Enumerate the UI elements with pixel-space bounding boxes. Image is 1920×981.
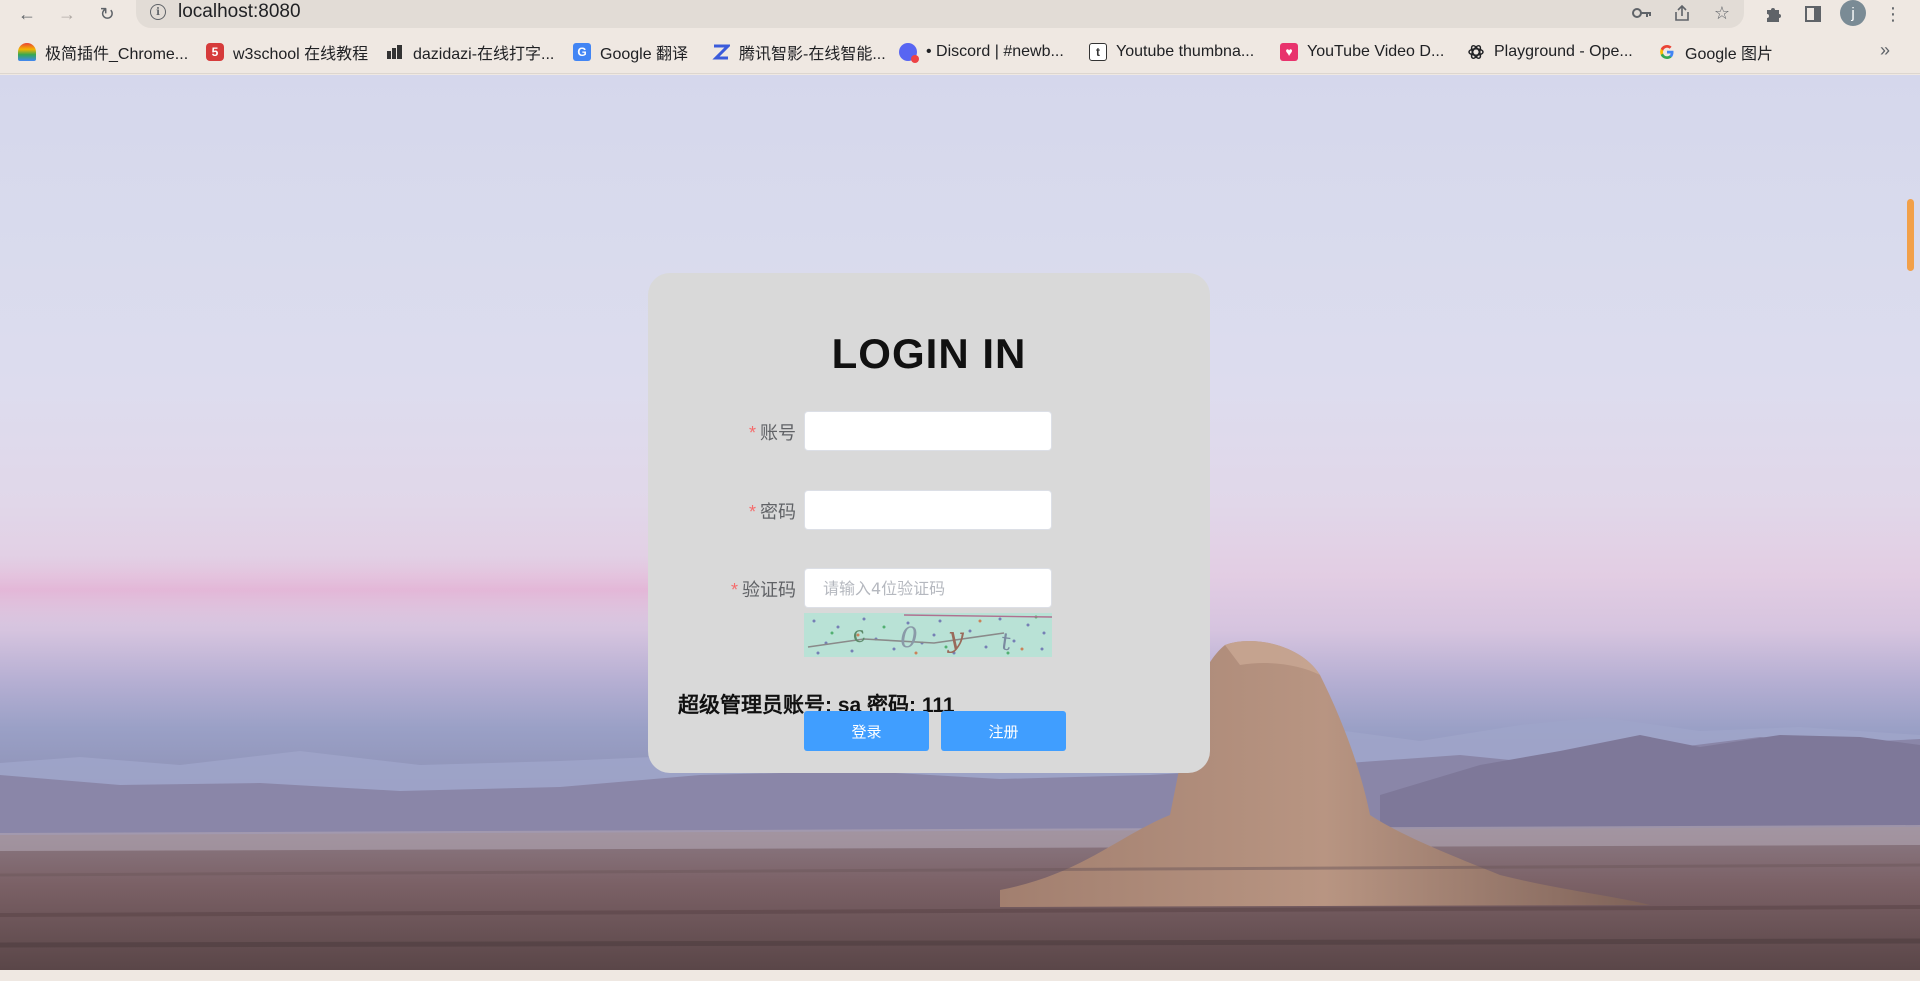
required-mark: * (748, 423, 756, 443)
bookmark-label: Google 图片 (1685, 46, 1774, 63)
username-label-text: 账号 (760, 423, 796, 443)
google-icon (1658, 43, 1676, 61)
register-button[interactable]: 注册 (941, 711, 1066, 751)
login-card: LOGIN IN * 账号 * 密码 * 验证码 请输入4位验证码 c 0 y … (648, 273, 1210, 773)
password-label-text: 密码 (760, 502, 796, 522)
forward-icon[interactable]: → (54, 1, 80, 27)
bookmark-label: Youtube thumbna... (1116, 43, 1255, 60)
login-button[interactable]: 登录 (804, 711, 929, 751)
bookmark-item[interactable]: 5 w3school 在线教程 (206, 41, 368, 63)
captcha-char: y (946, 621, 965, 654)
url-text[interactable]: localhost:8080 (178, 1, 301, 23)
back-icon[interactable]: ← (14, 1, 40, 27)
bookmark-item[interactable]: dazidazi-在线打字... (386, 41, 554, 63)
bookmark-item[interactable]: 极简插件_Chrome... (18, 41, 188, 63)
bookmark-item[interactable]: t Youtube thumbna... (1089, 41, 1254, 63)
bookmark-label: Google 翻译 (600, 46, 689, 63)
bookmark-label: YouTube Video D... (1307, 43, 1445, 60)
bookmark-label: 腾讯智影-在线智能... (739, 46, 886, 63)
bookmark-label: dazidazi-在线打字... (413, 46, 555, 63)
openai-icon (1467, 43, 1485, 61)
bookmarks-overflow-icon[interactable]: » (1880, 40, 1890, 61)
bookmark-star-icon[interactable]: ☆ (1710, 1, 1734, 25)
browser-toolbar: ← → ↻ i localhost:8080 ☆ j ⋮ (0, 0, 1920, 28)
username-row: * 账号 (648, 411, 1210, 451)
bookmark-item[interactable]: G Google 翻译 (573, 41, 688, 63)
bookmarks-bar: 极简插件_Chrome... 5 w3school 在线教程 dazidazi-… (0, 28, 1920, 74)
bookmark-item[interactable]: • Discord | #newb... (899, 41, 1064, 63)
password-input[interactable] (804, 490, 1052, 530)
bookmark-label: w3school 在线教程 (233, 46, 369, 63)
discord-icon (899, 43, 919, 63)
bookmark-label: 极简插件_Chrome... (45, 46, 189, 63)
bottom-status-strip (0, 970, 1920, 981)
side-panel-icon[interactable] (1800, 1, 1826, 27)
bookmark-item[interactable]: ♥ YouTube Video D... (1280, 41, 1444, 63)
bookmark-item[interactable]: Playground - Ope... (1467, 41, 1633, 63)
password-label: * 密码 (749, 498, 796, 524)
tencent-zhiying-icon (712, 43, 730, 61)
page-scrollbar[interactable] (1907, 199, 1914, 271)
google-translate-icon: G (573, 43, 591, 61)
bookmark-item[interactable]: Google 图片 (1658, 41, 1773, 63)
captcha-label-text: 验证码 (742, 580, 796, 600)
download-heart-icon: ♥ (1280, 43, 1298, 61)
reload-icon[interactable]: ↻ (94, 1, 120, 27)
address-bar[interactable]: i localhost:8080 ☆ (136, 0, 1744, 28)
login-title: LOGIN IN (831, 330, 1027, 377)
captcha-char: c (851, 622, 867, 649)
profile-avatar[interactable]: j (1840, 0, 1866, 26)
share-icon[interactable] (1670, 1, 1694, 25)
username-label: * 账号 (749, 419, 796, 445)
bookmark-label: Playground - Ope... (1494, 43, 1633, 60)
captcha-input[interactable] (804, 568, 1052, 608)
w3school-icon: 5 (206, 43, 224, 61)
site-info-icon[interactable]: i (150, 4, 166, 20)
rainbow-icon (18, 43, 36, 61)
password-key-icon[interactable] (1630, 1, 1654, 25)
dazidazi-icon (386, 43, 404, 61)
t-icon: t (1089, 43, 1107, 61)
required-mark: * (748, 502, 756, 522)
captcha-char: t (999, 627, 1013, 656)
captcha-row: * 验证码 (648, 568, 1210, 608)
chrome-menu-icon[interactable]: ⋮ (1880, 1, 1906, 27)
required-mark: * (730, 580, 738, 600)
page-viewport: LOGIN IN * 账号 * 密码 * 验证码 请输入4位验证码 c 0 y … (0, 75, 1920, 970)
captcha-char: 0 (900, 621, 918, 654)
extensions-puzzle-icon[interactable] (1760, 1, 1786, 27)
captcha-label: * 验证码 (731, 576, 796, 602)
bookmark-item[interactable]: 腾讯智影-在线智能... (712, 41, 886, 63)
captcha-image[interactable]: c 0 y t (804, 613, 1052, 657)
bookmark-label: • Discord | #newb... (926, 43, 1064, 60)
username-input[interactable] (804, 411, 1052, 451)
password-row: * 密码 (648, 490, 1210, 530)
